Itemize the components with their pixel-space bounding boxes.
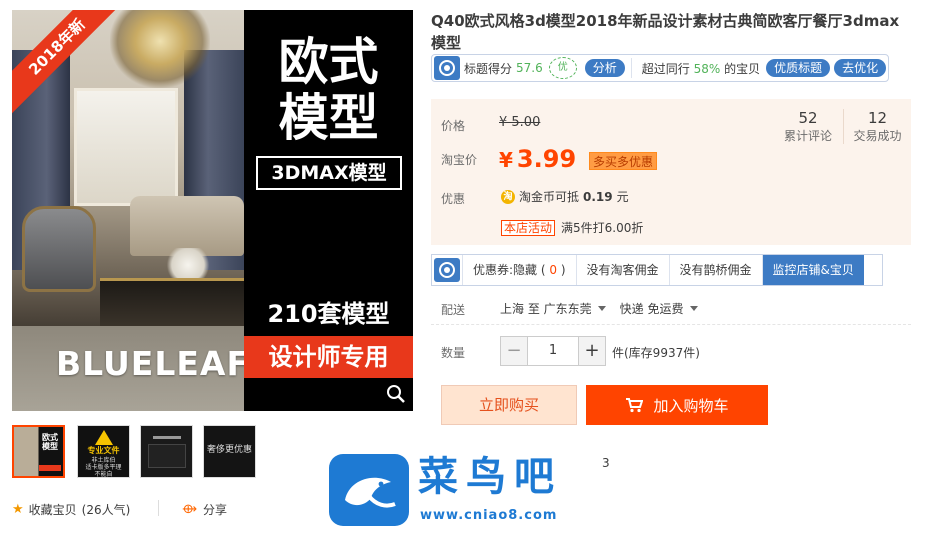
thumbnail-3[interactable] bbox=[140, 425, 193, 478]
discount-label: 优惠 bbox=[441, 192, 466, 206]
obscured-text: 3 bbox=[602, 456, 610, 470]
star-icon: ★ bbox=[12, 501, 24, 517]
add-to-cart-button[interactable]: 加入购物车 bbox=[586, 385, 768, 425]
cart-icon bbox=[626, 398, 644, 413]
taoke-tab[interactable]: 没有淘客佣金 bbox=[577, 255, 670, 285]
divider bbox=[158, 500, 159, 516]
optimize-button[interactable]: 去优化 bbox=[834, 59, 887, 77]
warning-icon bbox=[95, 430, 113, 445]
reviews-stat[interactable]: 52 累计评论 bbox=[774, 109, 842, 144]
title-score-bar: 标题得分 57.6 优 分析 超过同行 58% 的宝贝 优质标题 去优化 bbox=[431, 54, 889, 82]
delivery-label: 配送 bbox=[441, 303, 466, 317]
chevron-down-icon bbox=[597, 306, 606, 311]
watermark-url: www.cniao8.com bbox=[420, 508, 558, 523]
image-title-line1: 欧式 bbox=[278, 33, 379, 91]
cniao-logo bbox=[329, 454, 409, 526]
share-icon: ⟴ bbox=[182, 501, 198, 517]
buy-now-button[interactable]: 立即购买 bbox=[441, 385, 577, 425]
quantity-input[interactable]: 1 bbox=[528, 336, 578, 366]
shipping-method-select[interactable]: 快递 免运费 bbox=[620, 300, 712, 317]
analyze-button[interactable]: 分析 bbox=[584, 59, 625, 77]
3dmax-badge: 3DMAX模型 bbox=[256, 156, 402, 190]
current-price: ¥3.99 bbox=[499, 145, 577, 173]
thumbnail-1[interactable]: 欧式 模型 bbox=[12, 425, 65, 478]
title-score: 57.6 bbox=[516, 61, 543, 75]
thumbnail-2[interactable]: 专业文件 非土库伯 适卡版多平理 不能自 bbox=[77, 425, 130, 478]
increase-button[interactable]: + bbox=[578, 336, 606, 366]
chevron-down-icon bbox=[689, 306, 698, 311]
service-bar: 优惠券:隐藏 ( 0 ) 没有淘客佣金 没有鹊桥佣金 监控店铺&宝贝 bbox=[431, 254, 883, 286]
decrease-button[interactable]: − bbox=[500, 336, 528, 366]
coin-icon: 淘 bbox=[501, 189, 515, 204]
thumbnail-4[interactable]: 奢侈更优惠 bbox=[203, 425, 256, 478]
image-text-panel: 欧式 模型 3DMAX模型 210套模型 设计师专用 bbox=[244, 10, 413, 411]
quantity-label: 数量 bbox=[441, 346, 466, 360]
quality-title-button[interactable]: 优质标题 bbox=[766, 59, 831, 77]
shop-activity: 本店活动 满5件打6.00折 bbox=[501, 219, 643, 236]
delivery-row: 上海 至 广东东莞 快递 免运费 bbox=[500, 300, 712, 317]
eye-icon[interactable] bbox=[434, 56, 460, 80]
monitor-tab[interactable]: 监控店铺&宝贝 bbox=[762, 255, 864, 285]
price-label: 价格 bbox=[441, 119, 466, 133]
search-icon[interactable] bbox=[385, 383, 407, 405]
brand-logo-text: BLUELEAF bbox=[56, 344, 250, 383]
watermark-name: 菜鸟吧 bbox=[418, 453, 562, 500]
price-panel: 价格 ¥ 5.00 淘宝价 ¥3.99 多买多优惠 52 累计评论 12 交易成功 … bbox=[431, 99, 911, 245]
sets-count: 210套模型 bbox=[267, 300, 390, 328]
original-price: ¥ 5.00 bbox=[499, 115, 541, 130]
excellent-badge: 优 bbox=[548, 57, 577, 79]
chandelier-graphic bbox=[110, 10, 210, 88]
favorite-button[interactable]: ★ 收藏宝贝 (26人气) bbox=[12, 500, 130, 518]
shop-activity-tag[interactable]: 本店活动 bbox=[501, 219, 556, 236]
taobao-price-label: 淘宝价 bbox=[441, 153, 478, 167]
destination-select[interactable]: 广东东莞 bbox=[544, 300, 620, 317]
queqiao-tab[interactable]: 没有鹊桥佣金 bbox=[670, 255, 763, 285]
image-title-line2: 模型 bbox=[278, 89, 379, 147]
quantity-stepper: − 1 + bbox=[500, 336, 606, 366]
eye-icon[interactable] bbox=[434, 258, 460, 282]
share-button[interactable]: ⟴ 分享 bbox=[182, 500, 227, 518]
coupon-tab[interactable]: 优惠券:隐藏 ( 0 ) bbox=[462, 255, 577, 285]
product-title: Q40欧式风格3d模型2018年新品设计素材古典简欧客厅餐厅3dmax模型 bbox=[431, 12, 900, 52]
trades-stat: 12 交易成功 bbox=[843, 109, 911, 144]
stock-text: 件(库存9937件) bbox=[612, 346, 700, 360]
divider bbox=[431, 324, 911, 325]
promo-tag[interactable]: 多买多优惠 bbox=[589, 152, 658, 170]
taojinbi-offer: 淘 淘金币可抵 0.19 元 bbox=[501, 188, 629, 205]
designer-banner: 设计师专用 bbox=[244, 336, 413, 378]
main-product-image[interactable]: 2018年新 BLUELEAF 欧式 模型 3DMAX模型 210套模型 设计师… bbox=[12, 10, 413, 411]
